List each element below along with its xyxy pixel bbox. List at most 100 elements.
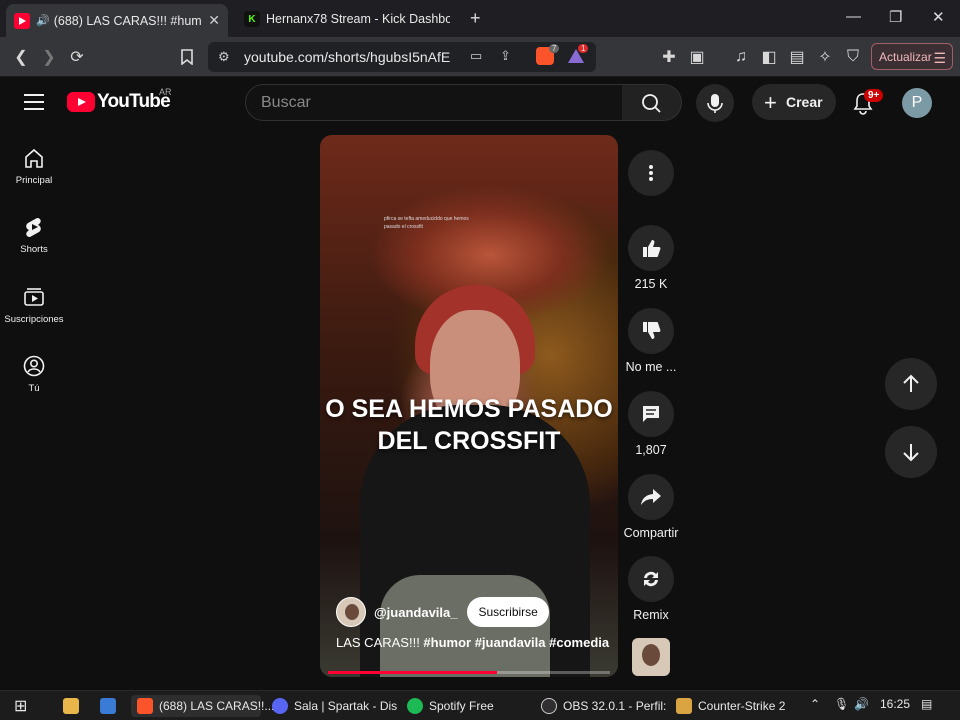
title-hashtags[interactable]: #humor #juandavila #comedia <box>423 635 609 650</box>
back-icon[interactable]: ❮ <box>10 46 32 68</box>
dislike-label: No me ... <box>625 360 677 374</box>
short-title[interactable]: LAS CARAS!!! #humor #juandavila #comedia <box>336 635 609 650</box>
bookmark-icon[interactable] <box>176 46 198 68</box>
audio-source-thumbnail[interactable] <box>632 638 670 676</box>
start-icon[interactable]: ⊞ <box>14 695 27 717</box>
tab-title: Hernanx78 Stream - Kick Dashboard <box>266 12 450 26</box>
shorts-icon <box>26 218 41 237</box>
guide-item-home[interactable]: Principal <box>0 147 68 186</box>
dislike-icon <box>628 308 674 354</box>
remix-label: Remix <box>633 608 669 622</box>
notification-center-icon[interactable]: ▤ <box>921 697 932 711</box>
sidebar-icon[interactable]: ◧ <box>758 46 780 68</box>
brave-shields-count: 7 <box>549 44 560 53</box>
country-code: AR <box>159 87 172 97</box>
volume-icon[interactable]: 🔊 <box>854 697 869 711</box>
search-button[interactable] <box>622 84 682 121</box>
install-app-icon[interactable]: ▭ <box>470 48 482 64</box>
subscriptions-icon <box>24 288 44 306</box>
taskbar-item-brave[interactable]: (688) LAS CARAS!!... <box>131 695 274 717</box>
share-button[interactable]: Compartir <box>620 474 682 540</box>
reader-icon[interactable]: ▣ <box>686 46 708 68</box>
title-text: LAS CARAS!!! <box>336 635 424 650</box>
tray-microphone-icon[interactable]: 🎙 <box>834 697 849 711</box>
speaker-icon[interactable]: 🔊 <box>36 14 50 27</box>
comment-icon <box>628 391 674 437</box>
extensions-icon[interactable]: ✚ <box>658 46 680 68</box>
arrow-up-icon <box>903 374 919 392</box>
wallet-icon[interactable]: ▤ <box>786 46 808 68</box>
restore-icon[interactable]: ❐ <box>889 8 902 26</box>
dislike-button[interactable]: No me ... <box>620 308 682 374</box>
close-tab-icon[interactable]: ✕ <box>208 12 220 29</box>
previous-short-button[interactable] <box>885 358 937 410</box>
minimize-icon[interactable]: — <box>846 8 861 25</box>
update-button[interactable]: Actualizar ☰ <box>871 43 953 70</box>
browser-tab-strip: 🔊 (688) LAS CARAS!!! #humor # ✕ K Hernan… <box>0 0 960 37</box>
you-icon <box>23 355 45 377</box>
youtube-logo[interactable]: YouTube AR <box>67 87 172 113</box>
spotify-icon <box>407 698 423 714</box>
taskbar-item-discord[interactable]: Sala | Spartak - Dis... <box>272 695 397 717</box>
guide-item-you[interactable]: Tú <box>0 355 68 394</box>
guide-item-subscriptions[interactable]: Suscripciones <box>0 286 68 325</box>
plus-icon: + <box>764 90 777 115</box>
progress-bar[interactable] <box>328 671 610 674</box>
taskbar-item-cs2[interactable]: Counter-Strike 2 <box>676 695 785 717</box>
channel-avatar[interactable] <box>336 597 366 627</box>
share-label: Compartir <box>623 526 679 540</box>
video-small-caption: pfirca se tefta ameduciddo que hemos pas… <box>384 216 469 230</box>
shorts-player[interactable]: pfirca se tefta ameduciddo que hemos pas… <box>320 135 618 677</box>
leo-ai-icon[interactable]: ✧ <box>814 46 836 68</box>
store-icon[interactable] <box>100 695 122 717</box>
vpn-icon[interactable]: ⛉ <box>842 46 864 68</box>
site-settings-icon[interactable]: ⚙ <box>218 49 230 65</box>
subscribe-button[interactable]: Suscribirse <box>467 597 549 627</box>
taskbar-item-obs[interactable]: OBS 32.0.1 - Perfil:... <box>541 695 666 717</box>
guide-label: Suscripciones <box>4 314 64 325</box>
tab-youtube-short[interactable]: 🔊 (688) LAS CARAS!!! #humor # ✕ <box>6 4 228 37</box>
next-short-button[interactable] <box>885 426 937 478</box>
file-explorer-icon[interactable] <box>63 695 85 717</box>
taskbar-label: OBS 32.0.1 - Perfil:... <box>563 699 666 713</box>
taskbar-label: Sala | Spartak - Dis... <box>294 699 397 713</box>
guide-item-shorts[interactable]: Shorts <box>0 216 68 255</box>
menu-icon: ☰ <box>933 50 946 66</box>
more-vert-icon <box>628 150 674 196</box>
guide-menu-icon[interactable] <box>24 94 44 115</box>
forward-icon[interactable]: ❯ <box>38 46 60 68</box>
account-avatar[interactable]: P <box>902 88 932 118</box>
search-input[interactable]: Buscar <box>245 84 623 121</box>
taskbar-item-spotify[interactable]: Spotify Free <box>407 695 494 717</box>
channel-row: @juandavila_ Suscribirse <box>336 597 549 627</box>
like-button[interactable]: 215 K <box>620 225 682 291</box>
new-tab-button[interactable]: + <box>470 8 481 29</box>
search-placeholder: Buscar <box>261 94 311 111</box>
address-bar[interactable]: ⚙ youtube.com/shorts/hgubsI5nAfE ▭ ⇪ 7 1 <box>208 42 596 72</box>
guide-label: Principal <box>15 175 53 186</box>
youtube-masthead: YouTube AR Buscar + Crear 9+ P <box>0 78 960 128</box>
taskbar-label: Spotify Free <box>429 699 494 713</box>
url-text: youtube.com/shorts/hgubsI5nAfE <box>244 49 451 65</box>
youtube-play-icon <box>67 92 95 112</box>
like-icon <box>628 225 674 271</box>
discord-icon <box>272 698 288 714</box>
clock[interactable]: 16:25 <box>880 697 910 711</box>
voice-search-button[interactable] <box>696 84 734 122</box>
more-actions[interactable] <box>620 150 682 202</box>
create-label: Crear <box>786 94 823 110</box>
notification-badge: 9+ <box>864 89 884 102</box>
close-window-icon[interactable]: ✕ <box>932 8 945 26</box>
create-button[interactable]: + Crear <box>752 84 836 120</box>
tab-title: (688) LAS CARAS!!! #humor # <box>53 13 203 28</box>
tray-overflow-icon[interactable]: ⌃ <box>810 697 820 711</box>
reload-icon[interactable]: ⟳ <box>66 46 88 68</box>
remix-button[interactable]: Remix <box>620 556 682 622</box>
share-icon[interactable]: ⇪ <box>500 48 511 64</box>
tab-kick-dashboard[interactable]: K Hernanx78 Stream - Kick Dashboard <box>236 4 458 34</box>
comments-button[interactable]: 1,807 <box>620 391 682 457</box>
channel-handle[interactable]: @juandavila_ <box>374 605 457 620</box>
media-icon[interactable]: ♫ <box>730 46 752 68</box>
arrow-down-icon <box>903 444 919 462</box>
remix-icon <box>628 556 674 602</box>
